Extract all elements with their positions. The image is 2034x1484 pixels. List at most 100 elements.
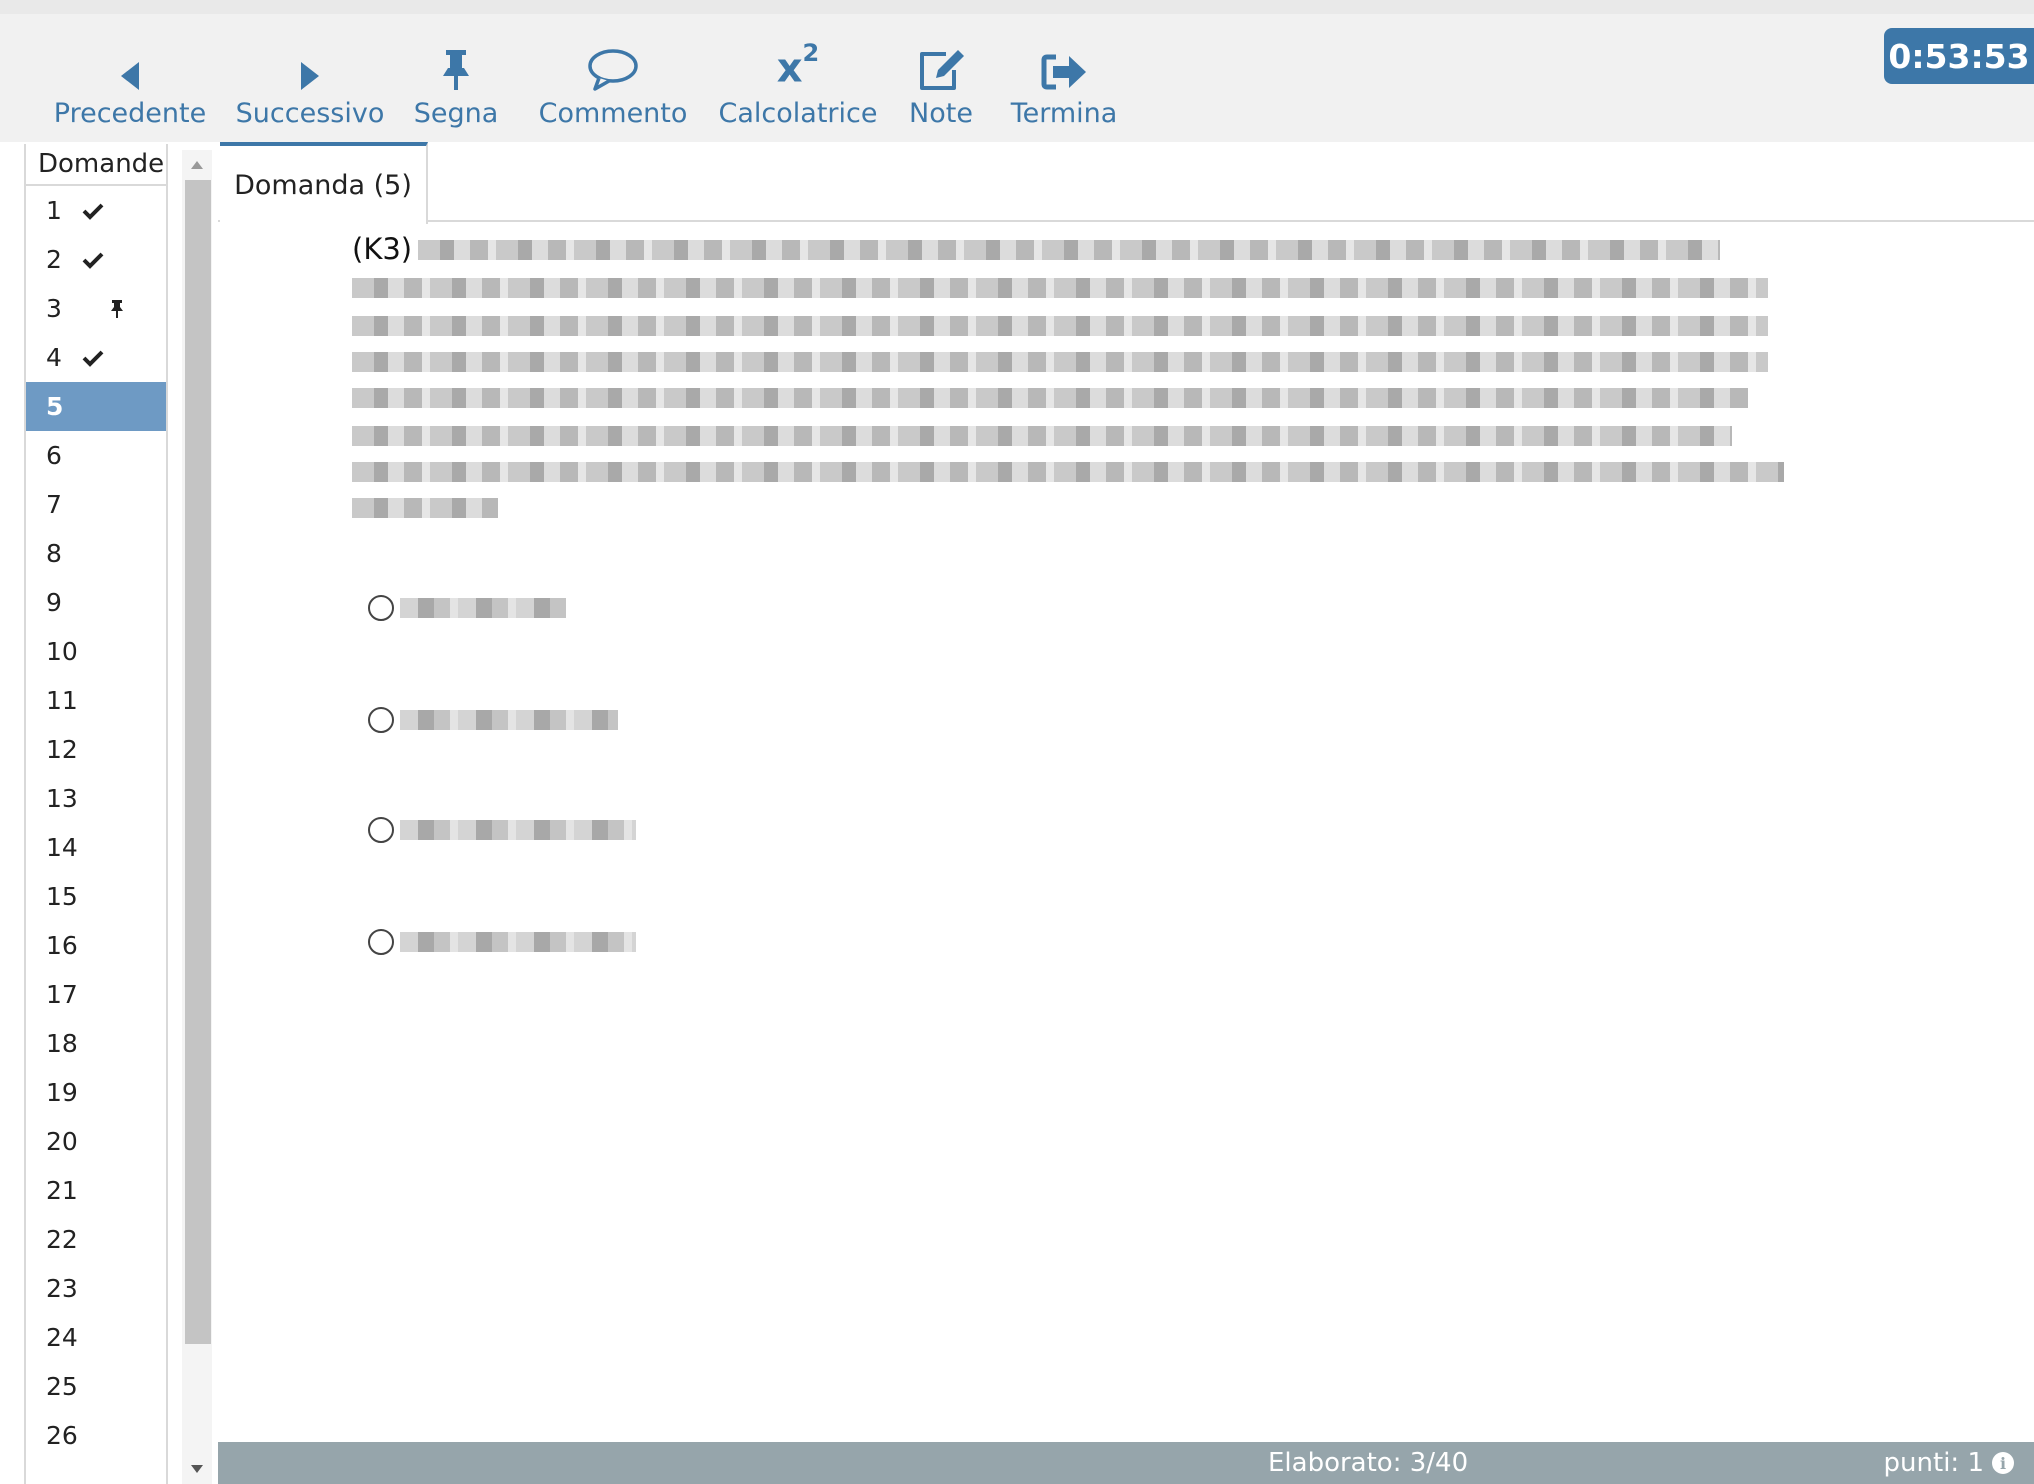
- question-number: 16: [46, 931, 78, 960]
- question-number: 24: [46, 1323, 78, 1352]
- question-list-item[interactable]: 24: [26, 1313, 166, 1362]
- redacted-answer-text: [400, 820, 636, 840]
- next-label: Successivo: [235, 98, 385, 129]
- redacted-text-line: [352, 462, 1784, 482]
- question-number: 21: [46, 1176, 78, 1205]
- redacted-answer-text: [400, 598, 566, 618]
- comment-icon: [587, 32, 639, 92]
- notes-label: Note: [909, 98, 973, 129]
- notes-button[interactable]: Note: [900, 32, 982, 142]
- question-list-item[interactable]: 16: [26, 921, 166, 970]
- question-number: 3: [46, 294, 62, 323]
- redacted-text-line: [352, 316, 1768, 336]
- question-number: 4: [46, 343, 62, 372]
- question-list-item[interactable]: 10: [26, 627, 166, 676]
- checkmark-icon: [82, 186, 104, 235]
- question-number: 17: [46, 980, 78, 1009]
- next-button[interactable]: Successivo: [236, 32, 384, 142]
- info-icon[interactable]: i: [1992, 1452, 2014, 1474]
- checkmark-icon: [82, 235, 104, 284]
- question-number: 11: [46, 686, 78, 715]
- mark-button[interactable]: Segna: [412, 32, 500, 142]
- question-list-item[interactable]: 5: [26, 382, 166, 431]
- question-list-item[interactable]: 12: [26, 725, 166, 774]
- status-bar: Elaborato: 3/40 punti: 1 i: [218, 1442, 2034, 1484]
- edit-icon: [916, 32, 966, 92]
- question-list-item[interactable]: 6: [26, 431, 166, 480]
- points-text: punti: 1: [1883, 1448, 1984, 1478]
- question-number: 2: [46, 245, 62, 274]
- question-code: (K3): [352, 232, 413, 266]
- question-list-item[interactable]: 17: [26, 970, 166, 1019]
- question-list-item[interactable]: 3: [26, 284, 166, 333]
- question-list-item[interactable]: 1: [26, 186, 166, 235]
- question-list-item[interactable]: 23: [26, 1264, 166, 1313]
- toolbar: Precedente Successivo Segna Commento x2 …: [0, 0, 2034, 142]
- question-number: 20: [46, 1127, 78, 1156]
- question-number: 26: [46, 1421, 78, 1450]
- question-list-scrollbar[interactable]: [182, 150, 212, 1484]
- question-list-item[interactable]: 22: [26, 1215, 166, 1264]
- answer-radio[interactable]: [368, 595, 394, 621]
- question-list-item[interactable]: 13: [26, 774, 166, 823]
- calculator-label: Calcolatrice: [718, 98, 878, 129]
- question-list-item[interactable]: 26: [26, 1411, 166, 1460]
- question-number: 19: [46, 1078, 78, 1107]
- scroll-down-arrow-icon[interactable]: [182, 1454, 212, 1484]
- question-number: 25: [46, 1372, 78, 1401]
- answer-radio[interactable]: [368, 707, 394, 733]
- question-list-item[interactable]: 11: [26, 676, 166, 725]
- question-number: 12: [46, 735, 78, 764]
- comment-button[interactable]: Commento: [538, 32, 688, 142]
- question-list-item[interactable]: 2: [26, 235, 166, 284]
- question-list-item[interactable]: 8: [26, 529, 166, 578]
- tab-question[interactable]: Domanda (5): [220, 142, 428, 224]
- timer-badge: 0:53:53: [1884, 28, 2034, 84]
- question-list-item[interactable]: 18: [26, 1019, 166, 1068]
- comment-label: Commento: [538, 98, 688, 129]
- answer-radio[interactable]: [368, 817, 394, 843]
- question-number: 1: [46, 196, 62, 225]
- answer-radio[interactable]: [368, 929, 394, 955]
- question-number: 22: [46, 1225, 78, 1254]
- scrollbar-thumb[interactable]: [185, 180, 211, 1344]
- tab-bar: Domanda (5): [218, 142, 2034, 224]
- redacted-answer-text: [400, 710, 618, 730]
- finish-button[interactable]: Termina: [1008, 32, 1120, 142]
- question-number: 18: [46, 1029, 78, 1058]
- redacted-text-line: [352, 426, 1732, 446]
- answer-option[interactable]: [368, 700, 618, 740]
- question-list-item[interactable]: 20: [26, 1117, 166, 1166]
- question-list-item[interactable]: 9: [26, 578, 166, 627]
- checkmark-icon: [82, 333, 104, 382]
- question-list-item[interactable]: 19: [26, 1068, 166, 1117]
- points-indicator: punti: 1 i: [1884, 1442, 2014, 1484]
- calculator-button[interactable]: x2 Calcolatrice: [719, 32, 878, 142]
- answer-option[interactable]: [368, 810, 636, 850]
- question-panel: Domanda (5) (K3): [218, 142, 2034, 1442]
- question-number: 10: [46, 637, 78, 666]
- redacted-answer-text: [400, 932, 636, 952]
- question-list-header: Domande: [26, 144, 166, 186]
- question-number: 9: [46, 588, 62, 617]
- question-list-item[interactable]: 15: [26, 872, 166, 921]
- question-number: 14: [46, 833, 78, 862]
- scroll-up-arrow-icon[interactable]: [182, 150, 212, 180]
- pin-icon: [439, 32, 473, 92]
- question-list-item[interactable]: 21: [26, 1166, 166, 1215]
- question-list-item[interactable]: 14: [26, 823, 166, 872]
- answer-option[interactable]: [368, 922, 636, 962]
- question-list-items: 1 2 3 4 5 6 7 8 9 10 11 12 13 14 15 16 17 18 19 20 21 22 23 24 2…: [26, 186, 166, 1460]
- question-number: 8: [46, 539, 62, 568]
- question-list-item[interactable]: 7: [26, 480, 166, 529]
- answer-option[interactable]: [368, 588, 566, 628]
- question-number: 13: [46, 784, 78, 813]
- mark-label: Segna: [413, 98, 499, 129]
- question-list-item[interactable]: 25: [26, 1362, 166, 1411]
- previous-button[interactable]: Precedente: [54, 32, 206, 142]
- exam-app: Precedente Successivo Segna Commento x2 …: [0, 0, 2034, 1484]
- triangle-right-icon: [299, 32, 321, 92]
- progress-text: Elaborato: 3/40: [1268, 1448, 1469, 1478]
- question-list-item[interactable]: 4: [26, 333, 166, 382]
- sign-out-icon: [1040, 32, 1088, 92]
